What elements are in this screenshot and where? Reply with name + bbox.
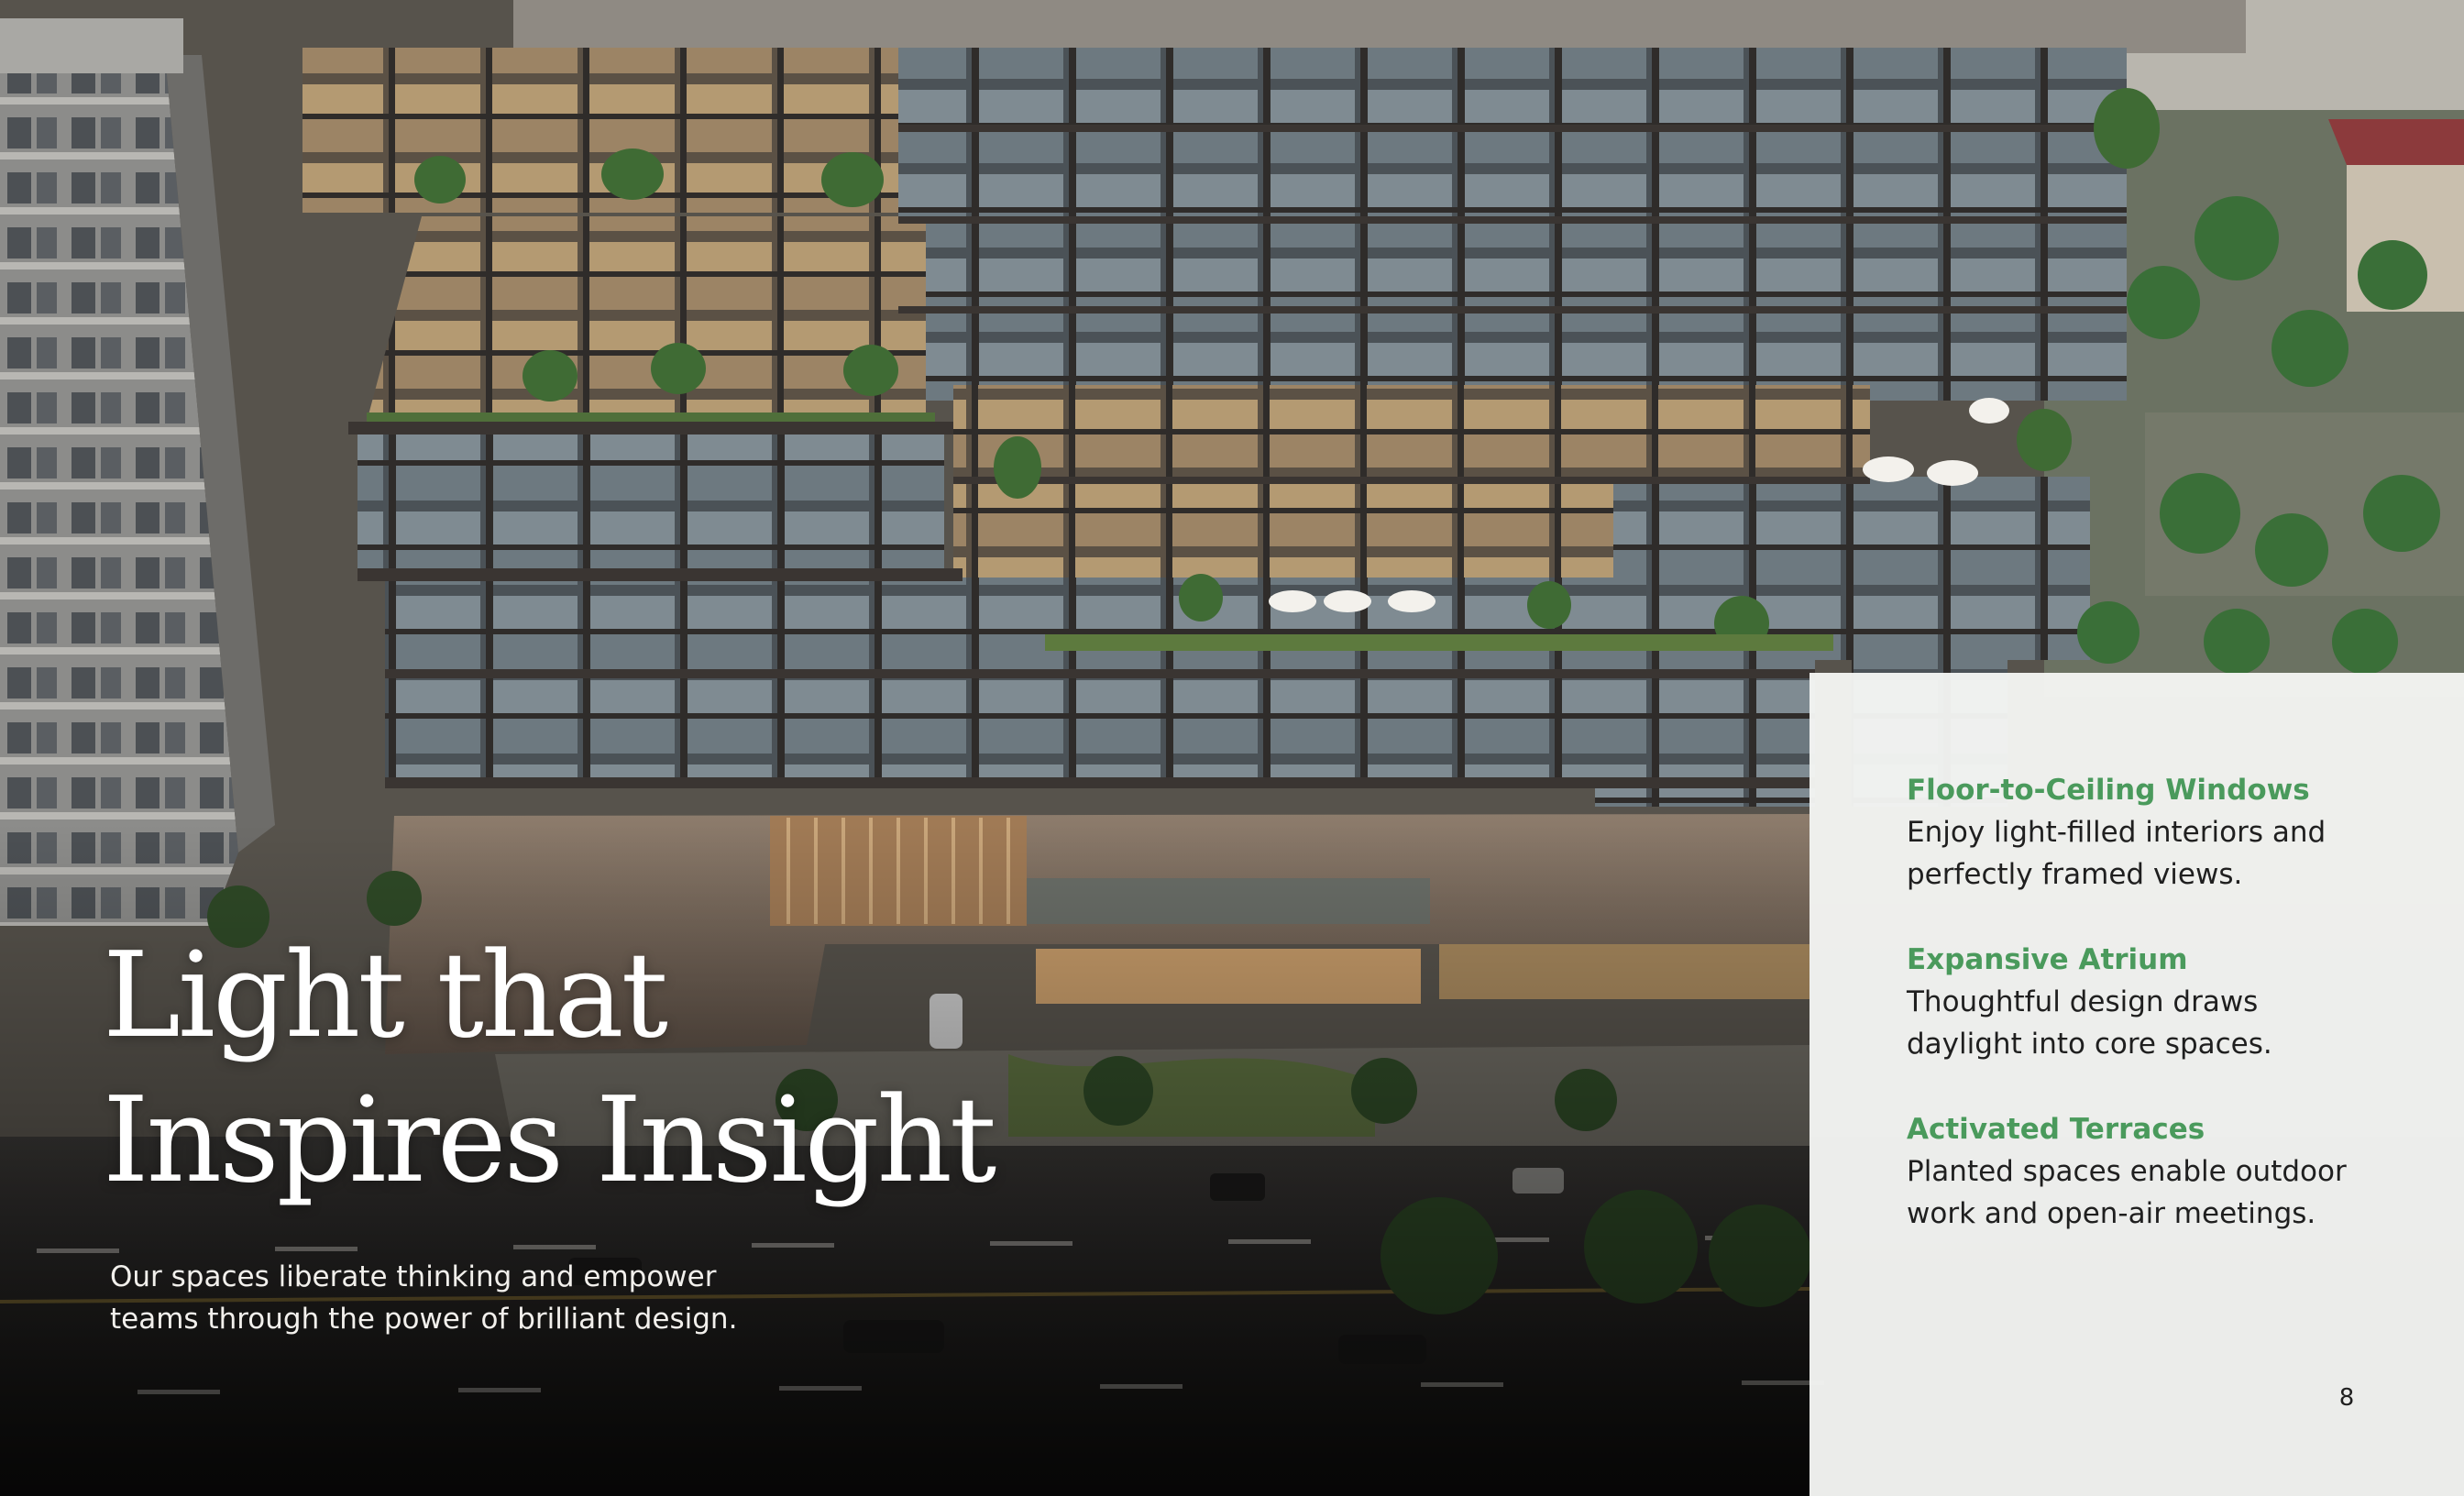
feature-description-line: Planted spaces enable outdoor [1907, 1155, 2347, 1188]
feature-title: Floor-to-Ceiling Windows [1907, 774, 2310, 807]
subtitle-line-2: teams through the power of brilliant des… [110, 1303, 738, 1336]
page-number: 8 [2338, 1384, 2355, 1412]
feature-description-line: work and open-air meetings. [1907, 1197, 2316, 1230]
feature-description: Enjoy light-filled interiors and perfect… [1907, 811, 2448, 896]
feature-title: Expansive Atrium [1907, 943, 2188, 976]
features-panel: Floor-to-Ceiling Windows Enjoy light-fil… [1810, 673, 2464, 1496]
feature-terraces: Activated Terraces Planted spaces enable… [1907, 1108, 2448, 1235]
feature-title: Activated Terraces [1907, 1113, 2206, 1146]
page-title: Light that Inspires Insight [103, 924, 996, 1214]
feature-description: Thoughtful design draws daylight into co… [1907, 981, 2448, 1065]
feature-windows: Floor-to-Ceiling Windows Enjoy light-fil… [1907, 769, 2448, 896]
feature-description-line: Thoughtful design draws [1907, 985, 2259, 1018]
title-line-2: Inspires Insight [103, 1072, 996, 1209]
feature-description-line: daylight into core spaces. [1907, 1028, 2272, 1061]
subtitle: Our spaces liberate thinking and empower… [110, 1256, 770, 1340]
feature-description: Planted spaces enable outdoor work and o… [1907, 1150, 2448, 1235]
title-line-1: Light that [103, 928, 668, 1064]
feature-atrium: Expansive Atrium Thoughtful design draws… [1907, 939, 2448, 1065]
subtitle-line-1: Our spaces liberate thinking and empower [110, 1260, 717, 1293]
feature-description-line: perfectly framed views. [1907, 858, 2243, 891]
feature-description-line: Enjoy light-filled interiors and [1907, 816, 2326, 849]
